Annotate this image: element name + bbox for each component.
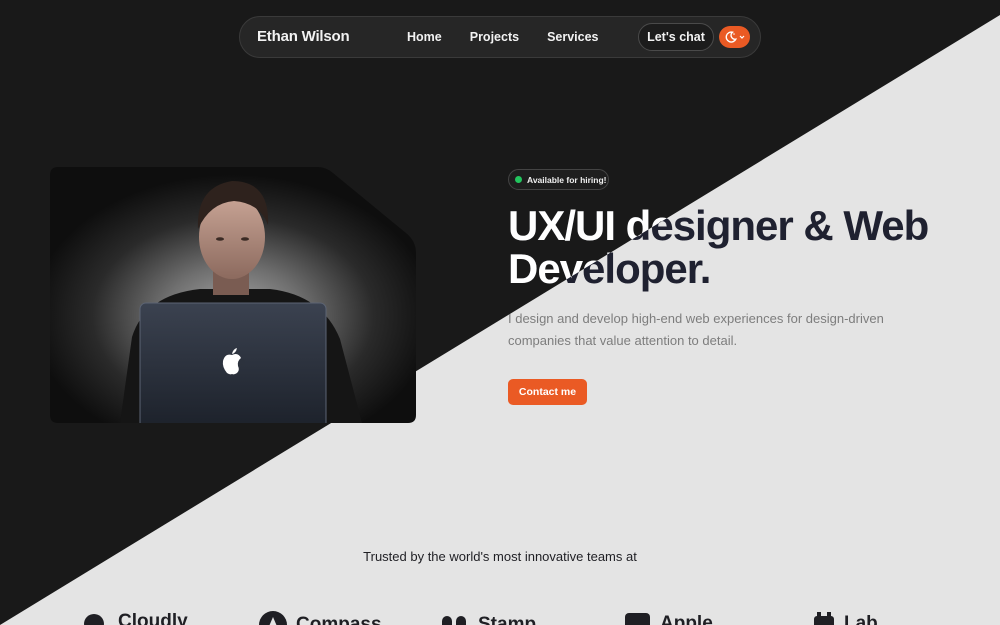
- chevron-down-icon: [739, 35, 744, 39]
- client-logos-row: Cloudly Compass Stamp Apple Lab: [0, 610, 1000, 625]
- client-logo-stamp: Stamp: [440, 610, 536, 625]
- client-logo-stamp-label: Stamp: [478, 614, 537, 625]
- client-logo-compass-label: Compass: [296, 614, 382, 625]
- client-logo-cloudly: Cloudly: [78, 610, 188, 625]
- client-logo-apple: Apple: [624, 610, 713, 625]
- hero-description: I design and develop high-end web experi…: [508, 311, 884, 348]
- trusted-by-heading: Trusted by the world's most innovative t…: [363, 549, 637, 564]
- nav-link-services[interactable]: Services: [547, 30, 598, 44]
- theme-toggle-button[interactable]: [719, 26, 750, 48]
- lets-chat-button[interactable]: Let's chat: [638, 23, 714, 51]
- contact-me-button[interactable]: Contact me: [508, 379, 587, 405]
- client-logo-apple-label: Apple: [660, 613, 713, 625]
- nav-link-projects[interactable]: Projects: [470, 30, 519, 44]
- hero-headline-line1: UX/UI designer & Web: [508, 202, 929, 249]
- nav-links: Home Projects Services: [407, 30, 627, 44]
- hero-headline: UX/UI designer & Web Developer.: [508, 204, 978, 290]
- top-navbar: Ethan Wilson Home Projects Services Let'…: [239, 16, 761, 58]
- hero-headline-line2: Developer.: [508, 245, 711, 292]
- client-logo-compass: Compass: [258, 610, 382, 625]
- moon-icon: [725, 31, 737, 43]
- nav-link-home[interactable]: Home: [407, 30, 442, 44]
- availability-badge: Available for hiring!: [508, 169, 609, 190]
- availability-badge-label: Available for hiring!: [527, 174, 607, 185]
- flask-icon: [814, 612, 834, 625]
- status-dot: [515, 176, 522, 183]
- stamp-icon: [442, 616, 466, 625]
- brand-name[interactable]: Ethan Wilson: [257, 28, 350, 45]
- hero-photo-developer-with-laptop: [50, 167, 416, 423]
- compass-icon: [259, 611, 287, 625]
- client-logo-cloudly-label: Cloudly: [118, 611, 188, 625]
- square-logo-icon: [625, 613, 650, 625]
- client-logo-lab-label: Lab: [844, 613, 878, 625]
- client-logo-lab: Lab: [812, 610, 878, 625]
- cloud-icon: [84, 614, 104, 625]
